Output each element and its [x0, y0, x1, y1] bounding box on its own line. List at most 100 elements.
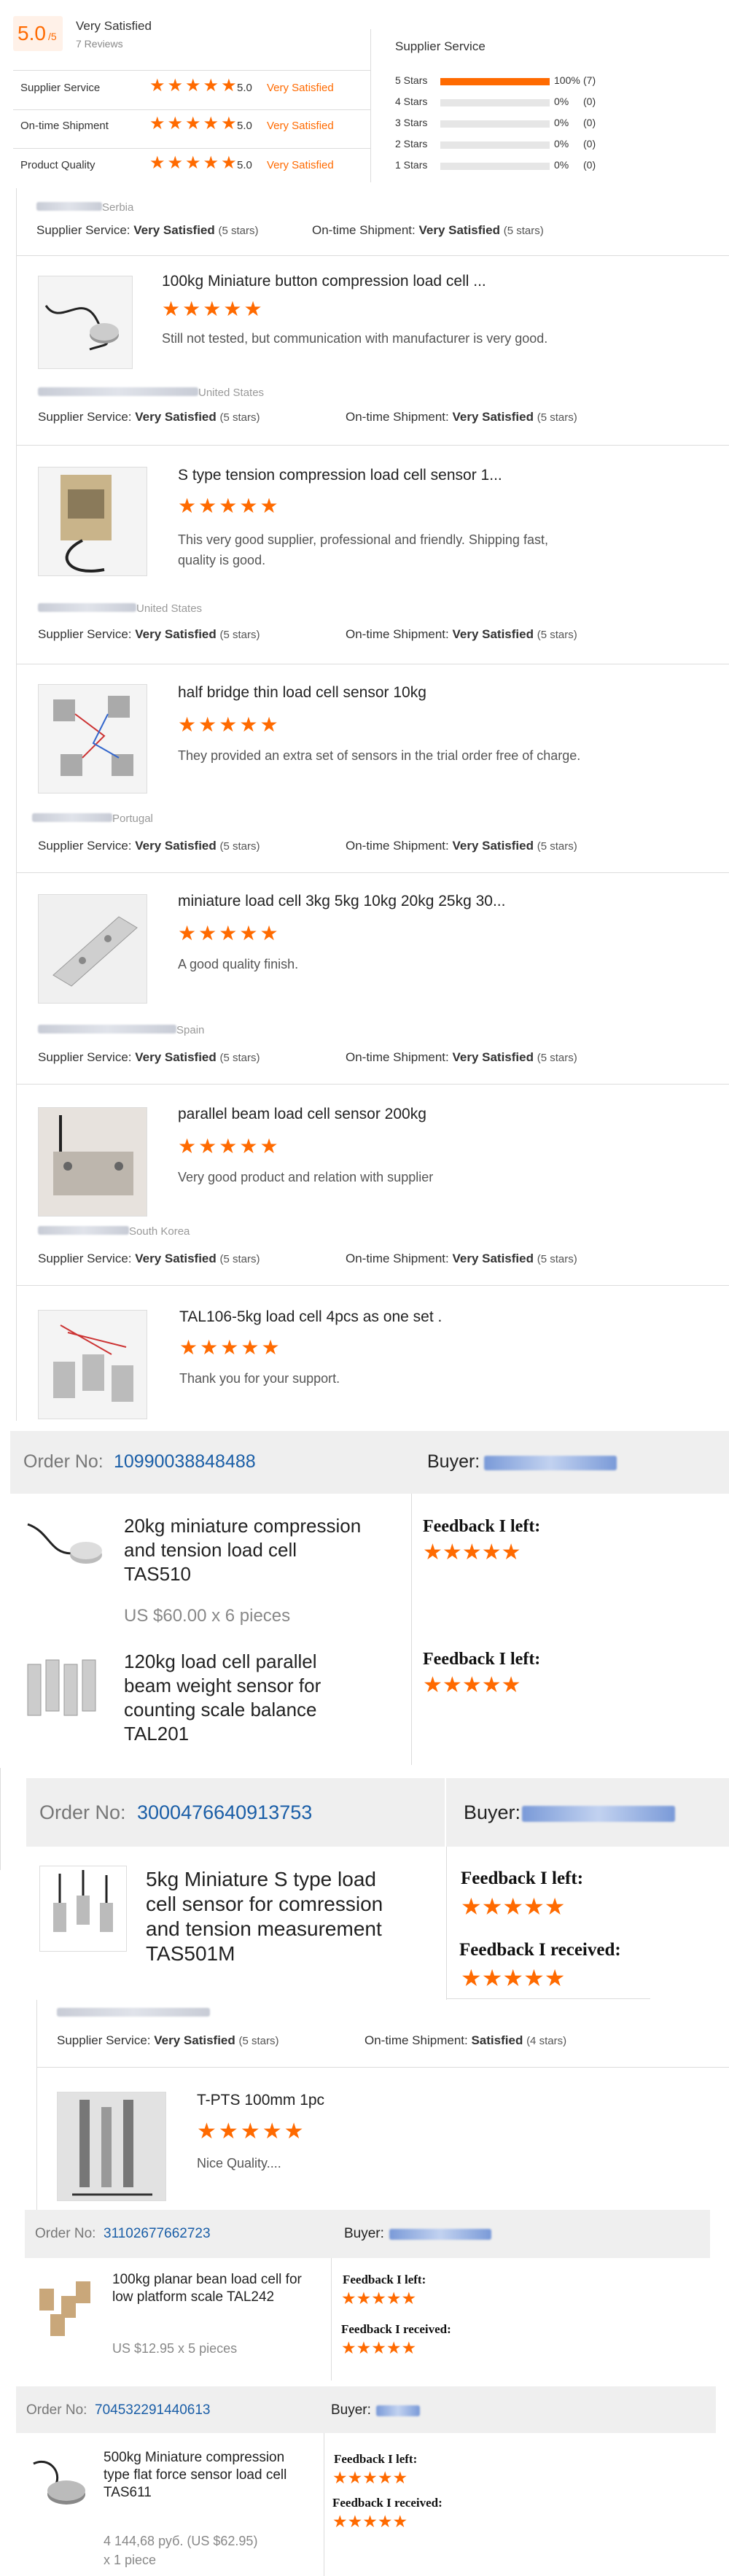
- reviewer-location: United States: [38, 602, 202, 615]
- dist-pct: 0%: [554, 96, 569, 107]
- buyer-name[interactable]: [389, 2229, 491, 2240]
- order-item-title[interactable]: 20kg miniature compression and tension l…: [124, 1514, 364, 1586]
- product-title[interactable]: half bridge thin load cell sensor 10kg: [178, 684, 426, 702]
- review-meta: Supplier Service: Very Satisfied (5 star…: [38, 1252, 260, 1265]
- product-image[interactable]: [26, 2449, 95, 2515]
- dist-row: 2 Stars 0% (0): [395, 138, 716, 152]
- product-image[interactable]: [20, 1510, 108, 1590]
- feedback-left-label: Feedback I left:: [343, 2273, 426, 2286]
- product-image[interactable]: [39, 1866, 127, 1952]
- dist-bar: [440, 163, 550, 170]
- product-image[interactable]: [38, 467, 147, 576]
- summary-divider: [13, 109, 370, 110]
- order-footer-line: [446, 1998, 650, 1999]
- rating-text: Very Satisfied: [76, 19, 152, 33]
- feedback-stars: ★ ★ ★ ★ ★: [423, 1540, 521, 1564]
- review-list-border: [36, 2000, 37, 2211]
- review-divider: [16, 255, 729, 256]
- review-stars: ★ ★ ★ ★ ★: [179, 1336, 280, 1359]
- product-title[interactable]: 100kg Miniature button compression load …: [162, 273, 486, 290]
- order-col-divider: [446, 1847, 447, 2000]
- review-divider: [16, 1084, 729, 1085]
- feedback-received-stars: ★ ★ ★ ★ ★: [341, 2338, 417, 2357]
- summary-row-value: 5.0: [237, 120, 252, 132]
- dist-count: (0): [583, 117, 596, 128]
- reviewer-location: United States: [38, 387, 264, 399]
- product-title[interactable]: S type tension compression load cell sen…: [178, 467, 502, 484]
- buyer-name[interactable]: [484, 1456, 617, 1470]
- feedback-left-label: Feedback I left:: [423, 1650, 541, 1669]
- order-no-link[interactable]: 3000476640913753: [137, 1801, 312, 1824]
- order-item-title[interactable]: 100kg planar bean load cell for low plat…: [112, 2271, 309, 2306]
- summary-row-label: Product Quality: [20, 159, 95, 171]
- dist-count: (0): [583, 96, 596, 107]
- summary-row-text: Very Satisfied: [267, 120, 334, 132]
- order-col-divider: [445, 1778, 446, 1847]
- product-title[interactable]: miniature load cell 3kg 5kg 10kg 20kg 25…: [178, 893, 505, 910]
- review-meta: Supplier Service: Very Satisfied (5 star…: [36, 223, 259, 237]
- product-image[interactable]: [20, 1650, 112, 1727]
- order-no-link[interactable]: 704532291440613: [95, 2402, 211, 2418]
- rating-stars: ★ ★ ★ ★ ★: [149, 114, 237, 133]
- review-stars: ★ ★ ★ ★ ★: [162, 298, 262, 320]
- feedback-stars: ★ ★ ★ ★ ★: [341, 2289, 417, 2308]
- product-image[interactable]: [38, 894, 147, 1004]
- order-no-label: Order No:: [35, 2226, 96, 2241]
- buyer-label: Buyer:: [464, 1801, 521, 1823]
- review-meta: Supplier Service: Very Satisfied (5 star…: [38, 627, 260, 641]
- product-title[interactable]: T-PTS 100mm 1pc: [197, 2092, 324, 2109]
- summary-divider: [13, 70, 370, 71]
- product-image[interactable]: [38, 1107, 147, 1217]
- feedback-received-stars: ★ ★ ★ ★ ★: [332, 2512, 408, 2531]
- review-meta: Supplier Service: Very Satisfied (5 star…: [38, 1050, 260, 1064]
- dist-label: 3 Stars: [395, 117, 428, 128]
- feedback-received-label: Feedback I received:: [341, 2322, 451, 2336]
- summary-col-divider: [370, 29, 371, 182]
- product-title[interactable]: parallel beam load cell sensor 200kg: [178, 1106, 426, 1123]
- product-image[interactable]: [38, 684, 147, 794]
- feedback-left-label: Feedback I left:: [461, 1869, 584, 1888]
- dist-label: 1 Stars: [395, 159, 428, 171]
- dist-bar: [440, 99, 550, 106]
- reviews-count: 7 Reviews: [76, 38, 123, 50]
- product-image[interactable]: [38, 1310, 147, 1419]
- review-divider: [16, 1285, 729, 1286]
- order-no-link[interactable]: 10990038848488: [114, 1451, 256, 1473]
- order-header: Order No: 10990038848488 Buyer:: [10, 1431, 729, 1494]
- product-image[interactable]: [32, 2274, 101, 2340]
- order-header: Order No: 704532291440613 Buyer:: [16, 2386, 716, 2433]
- buyer-name[interactable]: [522, 1806, 675, 1822]
- review-list-border: [16, 188, 17, 1421]
- review-meta-shipment: On-time Shipment: Satisfied (4 stars): [364, 2033, 567, 2047]
- summary-row-value: 5.0: [237, 82, 252, 94]
- review-stars: ★ ★ ★ ★ ★: [197, 2119, 304, 2144]
- buyer-label: Buyer:: [427, 1451, 480, 1472]
- feedback-received-label: Feedback I received:: [459, 1940, 621, 1960]
- product-image[interactable]: [57, 2092, 166, 2201]
- order-no-label: Order No:: [23, 1451, 104, 1472]
- product-image[interactable]: [38, 276, 133, 369]
- order-item-title[interactable]: 120kg load cell parallel beam weight sen…: [124, 1650, 364, 1746]
- review-meta-shipment: On-time Shipment: Very Satisfied (5 star…: [346, 627, 577, 641]
- buyer-name[interactable]: [376, 2405, 420, 2416]
- summary-row-value: 5.0: [237, 159, 252, 171]
- dist-row: 3 Stars 0% (0): [395, 117, 716, 131]
- feedback-received-label: Feedback I received:: [332, 2496, 443, 2510]
- order-no-link[interactable]: 31102677662723: [104, 2226, 211, 2242]
- dist-pct: 0%: [554, 138, 569, 150]
- score-badge: 5.0 /5: [13, 16, 63, 51]
- order-item-price: US $60.00 x 6 pieces: [124, 1606, 291, 1626]
- review-meta-shipment: On-time Shipment: Very Satisfied (5 star…: [346, 1252, 577, 1265]
- score-value: 5.0: [17, 22, 46, 44]
- order-item-title[interactable]: 500kg Miniature compression type flat fo…: [104, 2449, 300, 2502]
- feedback-stars: ★ ★ ★ ★ ★: [461, 1893, 566, 1920]
- buyer-label: Buyer:: [344, 2226, 384, 2241]
- review-comment: Very good product and relation with supp…: [178, 1170, 434, 1184]
- product-title[interactable]: TAL106-5kg load cell 4pcs as one set .: [179, 1308, 442, 1326]
- order-item-title[interactable]: 5kg Miniature S type load cell sensor fo…: [146, 1867, 408, 1966]
- review-divider: [16, 872, 729, 873]
- score-suffix: /5: [48, 31, 57, 42]
- dist-label: 4 Stars: [395, 96, 428, 107]
- feedback-stars: ★ ★ ★ ★ ★: [423, 1673, 521, 1697]
- review-stars: ★ ★ ★ ★ ★: [178, 922, 278, 944]
